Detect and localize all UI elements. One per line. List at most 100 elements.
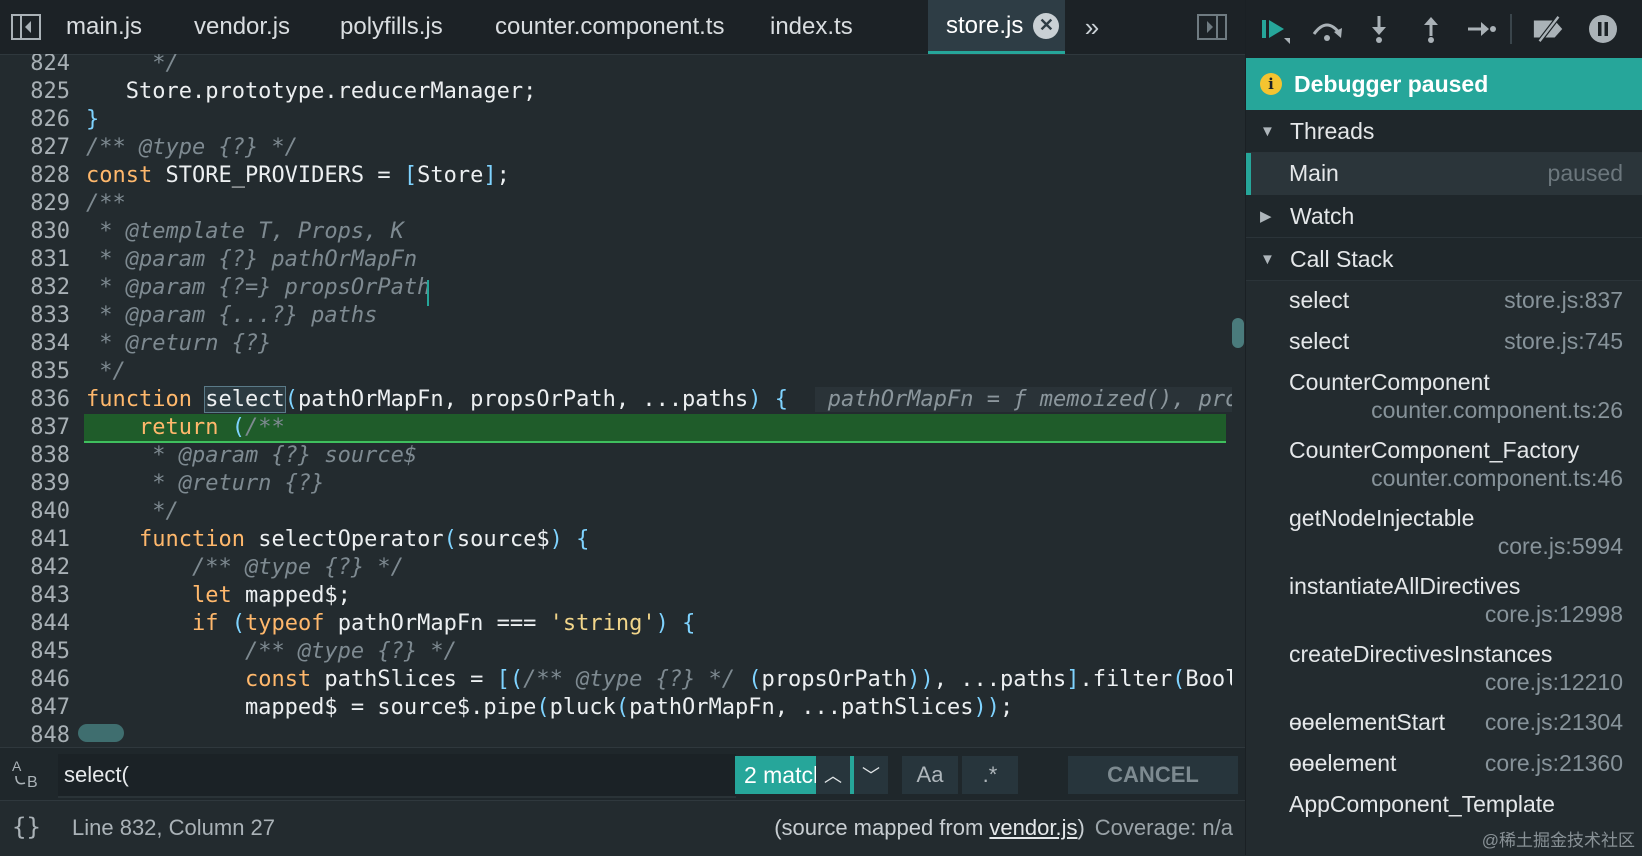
code-line[interactable]: 842 /** @type {?} */ <box>0 554 1232 582</box>
regex-toggle[interactable]: .* <box>962 756 1018 794</box>
line-number[interactable]: 836 <box>0 386 70 414</box>
code-line[interactable]: 825 Store.prototype.reducerManager; <box>0 78 1232 106</box>
vertical-scrollbar[interactable] <box>1232 318 1244 348</box>
line-number[interactable]: 828 <box>0 162 70 190</box>
debugger-paused-banner: i Debugger paused <box>1246 58 1642 110</box>
svg-text:A: A <box>12 758 22 774</box>
line-number[interactable]: 833 <box>0 302 70 330</box>
call-stack-frame[interactable]: ɵɵelementStart core.js:21304 <box>1246 705 1642 746</box>
deactivate-breakpoints-icon[interactable] <box>1532 12 1566 46</box>
match-case-toggle[interactable]: Aa <box>902 756 958 794</box>
toggle-debugger-icon[interactable] <box>1196 11 1228 43</box>
tab-polyfills-js[interactable]: polyfills.js <box>340 0 443 54</box>
code-line[interactable]: 826} <box>0 106 1232 134</box>
toggle-sources-icon[interactable] <box>10 11 42 43</box>
tab-index-ts[interactable]: index.ts <box>770 0 853 54</box>
call-stack-frame[interactable]: getNodeInjectable core.js:5994 <box>1246 501 1642 569</box>
line-number[interactable]: 827 <box>0 134 70 162</box>
callstack-header[interactable]: ▼ Call Stack <box>1246 238 1642 281</box>
call-stack-frame[interactable]: CounterComponent_Factory counter.componen… <box>1246 433 1642 501</box>
cancel-search-button[interactable]: CANCEL <box>1068 756 1238 794</box>
line-number[interactable]: 829 <box>0 190 70 218</box>
line-number[interactable]: 847 <box>0 694 70 722</box>
code-view[interactable]: 824 */825 Store.prototype.reducerManager… <box>0 54 1232 744</box>
tab-counter-component-ts[interactable]: counter.component.ts <box>495 0 724 54</box>
source-suffix: ) <box>1077 815 1085 840</box>
line-number[interactable]: 837 <box>0 414 70 442</box>
step-into-icon[interactable] <box>1362 12 1396 46</box>
code-line[interactable]: 845 /** @type {?} */ <box>0 638 1232 666</box>
watch-label: Watch <box>1290 202 1355 229</box>
line-number[interactable]: 824 <box>0 54 70 78</box>
step-over-icon[interactable] <box>1310 12 1344 46</box>
previous-match-button[interactable]: ︿ <box>816 756 850 794</box>
code-line[interactable]: 834 * @return {?} <box>0 330 1232 358</box>
call-stack-frame[interactable]: select store.js:745 <box>1246 324 1642 365</box>
next-match-button[interactable]: ﹀ <box>854 756 888 794</box>
step-icon[interactable] <box>1464 12 1498 46</box>
line-number[interactable]: 841 <box>0 526 70 554</box>
code-line[interactable]: 846 const pathSlices = [(/** @type {?} *… <box>0 666 1232 694</box>
code-line[interactable]: 828 const STORE_PROVIDERS = [Store]; <box>0 162 1232 190</box>
tab-label: store.js <box>946 11 1024 39</box>
line-number[interactable]: 826 <box>0 106 70 134</box>
code-line[interactable]: 827 /** @type {?} */ <box>0 134 1232 162</box>
code-line[interactable]: 832 * @param {?=} propsOrPath <box>0 274 1232 302</box>
close-tab-icon[interactable]: ✕ <box>1033 12 1060 39</box>
code-line[interactable]: 848 <box>0 722 1232 744</box>
line-number[interactable]: 848 <box>0 722 70 744</box>
code-line[interactable]: 838 * @param {?} source$ <box>0 442 1232 470</box>
line-number[interactable]: 845 <box>0 638 70 666</box>
watch-header[interactable]: ▶ Watch <box>1246 195 1642 238</box>
tab-vendor-js[interactable]: vendor.js <box>194 0 290 54</box>
step-out-icon[interactable] <box>1414 12 1448 46</box>
code-line[interactable]: 833 * @param {...?} paths <box>0 302 1232 330</box>
call-stack-frame[interactable]: createDirectivesInstances core.js:12210 <box>1246 637 1642 705</box>
resume-icon[interactable] <box>1258 12 1292 46</box>
line-number[interactable]: 843 <box>0 582 70 610</box>
line-number[interactable]: 834 <box>0 330 70 358</box>
code-line[interactable]: 824 */ <box>0 54 1232 78</box>
line-number[interactable]: 844 <box>0 610 70 638</box>
line-number[interactable]: 839 <box>0 470 70 498</box>
line-number[interactable]: 835 <box>0 358 70 386</box>
code-line[interactable]: 837 return (/** <box>0 414 1232 442</box>
search-modifiers-icon[interactable]: AB <box>10 756 44 795</box>
threads-header[interactable]: ▼ Threads <box>1246 110 1642 153</box>
line-content: function selectOperator(source$) { <box>138 527 590 552</box>
code-line[interactable]: 841 function selectOperator(source$) { <box>0 526 1232 554</box>
line-number[interactable]: 842 <box>0 554 70 582</box>
line-number[interactable]: 830 <box>0 218 70 246</box>
code-line[interactable]: 839 * @return {?} <box>0 470 1232 498</box>
source-link[interactable]: vendor.js <box>989 815 1077 840</box>
call-stack-frame[interactable]: select store.js:837 <box>1246 283 1642 324</box>
line-number[interactable]: 838 <box>0 442 70 470</box>
thread-item-main[interactable]: Main paused <box>1246 153 1642 195</box>
code-line[interactable]: 844 if (typeof pathOrMapFn === 'string')… <box>0 610 1232 638</box>
search-input[interactable] <box>58 754 736 798</box>
pretty-print-button[interactable]: {} <box>12 813 41 841</box>
code-line[interactable]: 829 /** <box>0 190 1232 218</box>
tab-store-js[interactable]: store.js ✕ <box>928 0 1065 54</box>
code-line[interactable]: 835 */ <box>0 358 1232 386</box>
horizontal-scrollbar[interactable] <box>78 724 124 742</box>
tab-main-js[interactable]: main.js <box>66 0 142 54</box>
line-number[interactable]: 840 <box>0 498 70 526</box>
frame-function-name: select <box>1289 287 1350 313</box>
call-stack-frame[interactable]: AppComponent_Template <box>1246 787 1642 828</box>
line-number[interactable]: 831 <box>0 246 70 274</box>
line-number[interactable]: 825 <box>0 78 70 106</box>
code-line[interactable]: 840 */ <box>0 498 1232 526</box>
more-tabs-icon[interactable]: » <box>1076 11 1108 43</box>
line-number[interactable]: 846 <box>0 666 70 694</box>
pause-on-exceptions-icon[interactable] <box>1586 12 1620 46</box>
call-stack-frame[interactable]: ɵɵelement core.js:21360 <box>1246 746 1642 787</box>
line-number[interactable]: 832 <box>0 274 70 302</box>
code-line[interactable]: 836 function select(pathOrMapFn, propsOrP… <box>0 386 1232 414</box>
code-line[interactable]: 847 mapped$ = source$.pipe(pluck(pathOrM… <box>0 694 1232 722</box>
code-line[interactable]: 843 let mapped$; <box>0 582 1232 610</box>
call-stack-frame[interactable]: CounterComponent counter.component.ts:26 <box>1246 365 1642 433</box>
code-line[interactable]: 831 * @param {?} pathOrMapFn <box>0 246 1232 274</box>
code-line[interactable]: 830 * @template T, Props, K <box>0 218 1232 246</box>
call-stack-frame[interactable]: instantiateAllDirectives core.js:12998 <box>1246 569 1642 637</box>
